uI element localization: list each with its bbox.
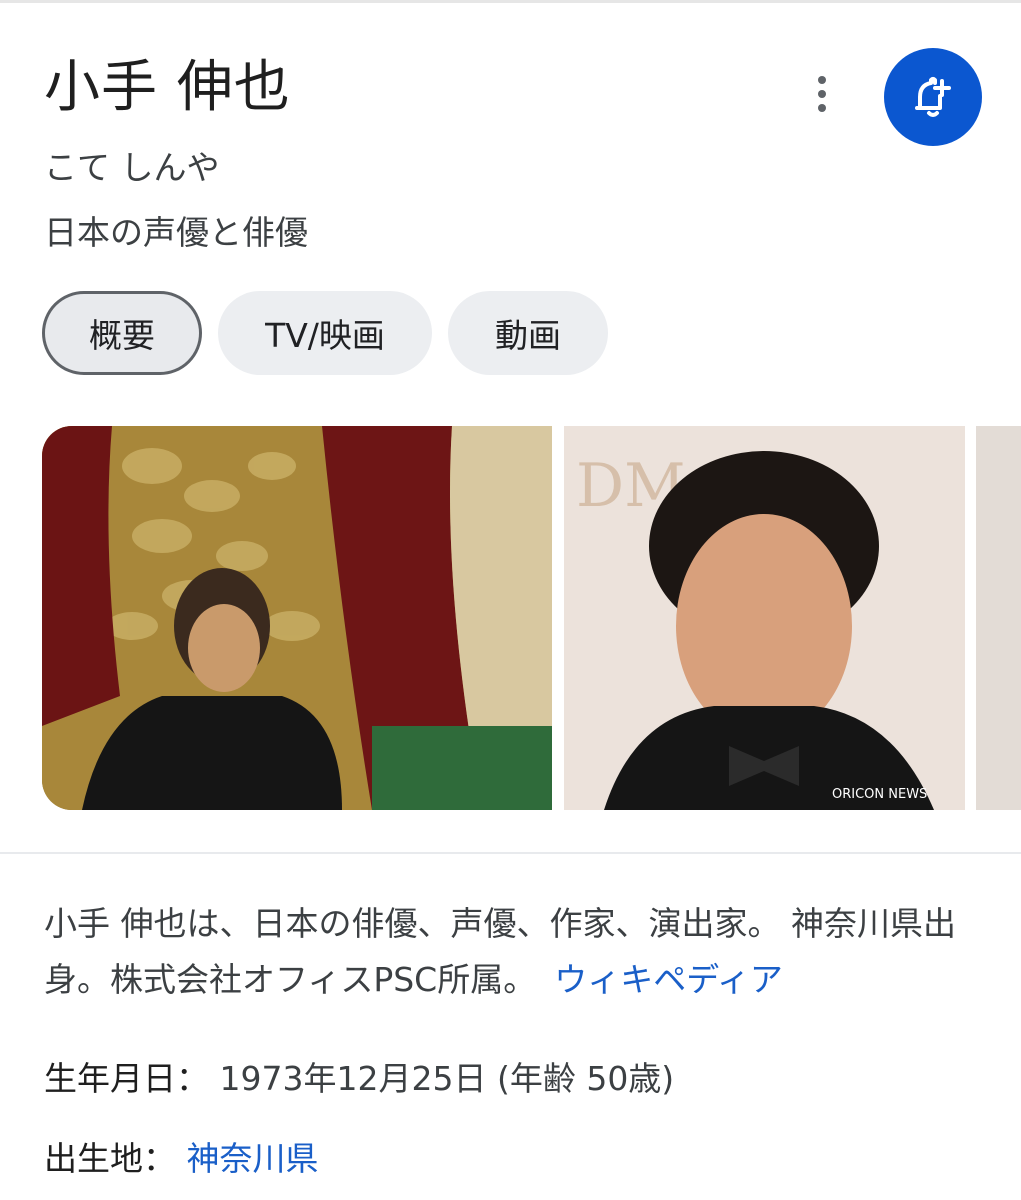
bell-add-icon	[915, 77, 951, 117]
entity-title: 小手 伸也	[44, 55, 291, 120]
birthplace-link[interactable]: 神奈川県	[187, 1139, 319, 1178]
entity-description: 日本の声優と俳優	[44, 213, 308, 252]
entity-reading: こて しんや	[44, 148, 220, 187]
section-divider	[0, 852, 1021, 854]
fact-birth-date: 生年月日： 1973年12月25日 (年齢 50歳)	[44, 1059, 675, 1098]
fact-value: 1973年12月25日 (年齢 50歳)	[219, 1059, 675, 1098]
fact-label: 出生地	[44, 1139, 143, 1178]
tab-videos[interactable]: 動画	[448, 291, 608, 375]
image-thumbnail[interactable]: DM ORICON NEWS	[564, 426, 965, 810]
image-thumbnail[interactable]	[42, 426, 552, 810]
knowledge-summary: 小手 伸也は、日本の俳優、声優、作家、演出家。 神奈川県出身。株式会社オフィスP…	[44, 896, 984, 1008]
top-divider	[0, 0, 1021, 3]
image-thumbnail[interactable]	[976, 426, 1021, 810]
more-options-button[interactable]	[796, 68, 848, 120]
tab-bar: 概要 TV/映画 動画	[42, 291, 608, 375]
follow-button[interactable]	[884, 48, 982, 146]
fact-birthplace: 出生地： 神奈川県	[44, 1139, 319, 1178]
tab-tv-movies[interactable]: TV/映画	[218, 291, 432, 375]
summary-text: 小手 伸也は、日本の俳優、声優、作家、演出家。 神奈川県出身。株式会社オフィスP…	[44, 904, 956, 999]
wikipedia-link[interactable]: ウィキペディア	[554, 960, 783, 999]
fact-label: 生年月日	[44, 1059, 176, 1098]
tab-overview[interactable]: 概要	[42, 291, 202, 375]
photo-image: DM ORICON NEWS	[564, 426, 965, 810]
photo-image	[42, 426, 552, 810]
image-carousel[interactable]: DM ORICON NEWS	[42, 426, 1021, 810]
image-watermark: ORICON NEWS	[832, 787, 927, 802]
more-vert-icon	[818, 76, 826, 84]
